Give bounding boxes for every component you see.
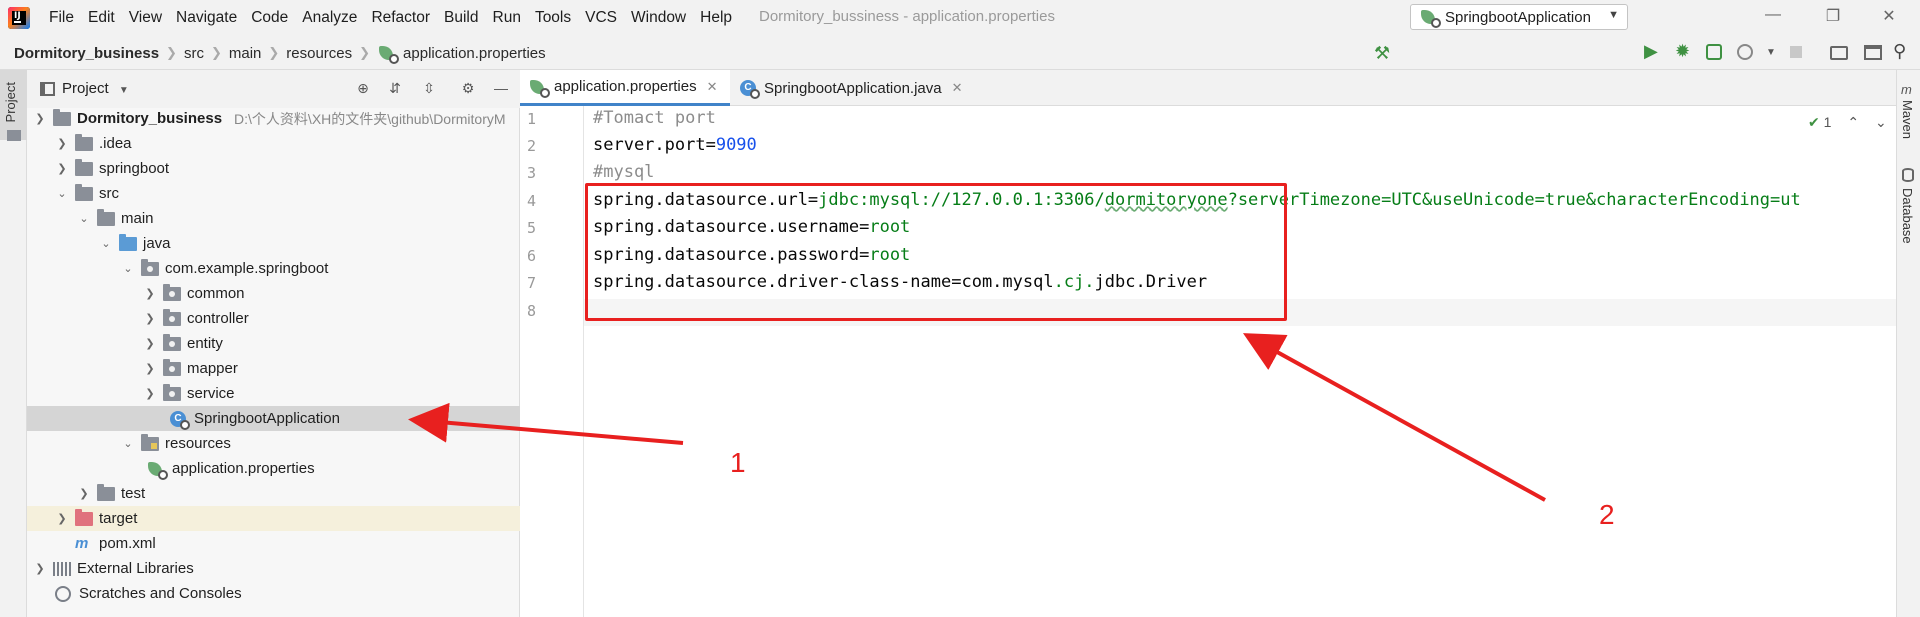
annotation-label-1: 1 [730,447,746,478]
annotation-label-2: 2 [1599,499,1615,530]
annotation-arrow-2 [1242,333,1546,502]
annotation-arrows [408,333,1546,502]
annotation-arrow-1 [408,402,684,445]
